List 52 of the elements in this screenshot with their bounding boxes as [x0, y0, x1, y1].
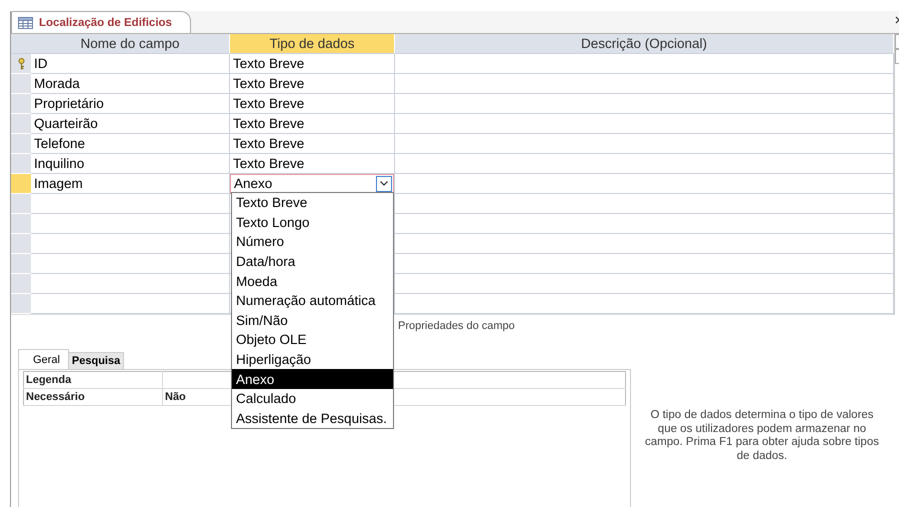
property-label: Necessário — [24, 388, 162, 406]
data-type-cell[interactable]: Texto Breve — [230, 54, 395, 74]
description-cell[interactable] — [395, 174, 894, 194]
dropdown-option[interactable]: Moeda — [232, 271, 393, 291]
chevron-down-icon — [380, 181, 388, 186]
dropdown-option[interactable]: Numeração automática — [232, 290, 393, 311]
field-name-cell[interactable]: Inquilino — [31, 154, 230, 174]
property-label: Legenda — [24, 372, 162, 388]
dropdown-option[interactable]: Sim/Não — [232, 310, 393, 330]
dropdown-button[interactable] — [376, 176, 392, 192]
field-name-cell[interactable]: Quarteirão — [31, 114, 230, 134]
description-cell[interactable] — [395, 154, 894, 174]
empty-cell[interactable] — [395, 194, 894, 214]
empty-cell[interactable] — [395, 274, 894, 294]
property-tab[interactable]: Geral — [18, 349, 69, 369]
field-name-cell[interactable]: Telefone — [31, 134, 230, 154]
dropdown-option[interactable]: Anexo — [232, 369, 393, 389]
description-cell[interactable] — [395, 114, 894, 134]
description-cell[interactable] — [395, 94, 894, 114]
column-header[interactable]: Tipo de dados — [230, 34, 395, 54]
description-cell[interactable] — [395, 134, 894, 154]
data-type-cell[interactable]: Texto Breve — [230, 94, 395, 114]
empty-cell[interactable] — [395, 234, 894, 254]
key-icon — [18, 58, 24, 70]
field-name-cell[interactable]: Imagem — [31, 174, 230, 194]
empty-cell[interactable] — [395, 294, 894, 314]
dropdown-option[interactable]: Número — [232, 232, 393, 252]
field-name-cell[interactable]: ID — [31, 54, 230, 74]
dropdown-option[interactable]: Texto Breve — [232, 193, 393, 213]
empty-cell[interactable] — [395, 254, 894, 274]
empty-cell[interactable] — [395, 214, 894, 234]
dropdown-option[interactable]: Hiperligação — [232, 350, 393, 370]
data-type-cell[interactable]: Texto Breve — [230, 74, 395, 94]
dropdown-option[interactable]: Assistente de Pesquisas. — [232, 408, 393, 428]
data-type-combobox[interactable]: Anexo — [230, 174, 394, 194]
dropdown-option[interactable]: Objeto OLE — [232, 330, 393, 350]
dropdown-option[interactable]: Data/hora — [232, 252, 393, 272]
section-caption: Propriedades do campo — [398, 320, 515, 332]
field-name-cell[interactable]: Proprietário — [31, 94, 230, 114]
table-icon — [18, 16, 33, 28]
data-type-cell[interactable]: Texto Breve — [230, 134, 395, 154]
description-cell[interactable] — [395, 74, 894, 94]
help-text: O tipo de dados determina o tipo de valores que os utilizadores podem armazenar no campo. Prima F1 para obter ajuda sobre tipos de dados. — [644, 409, 880, 463]
description-cell[interactable] — [395, 54, 894, 74]
row-selector[interactable] — [11, 54, 31, 74]
dropdown-option[interactable]: Texto Longo — [232, 212, 393, 232]
data-type-cell[interactable]: Texto Breve — [230, 114, 395, 134]
property-tab[interactable]: Pesquisa — [68, 352, 124, 369]
document-tab[interactable]: Localização de Edificios — [11, 11, 191, 33]
column-header[interactable]: Descrição (Opcional) — [395, 34, 894, 54]
field-name-cell[interactable]: Morada — [31, 74, 230, 94]
column-header[interactable]: Nome do campo — [31, 34, 230, 54]
